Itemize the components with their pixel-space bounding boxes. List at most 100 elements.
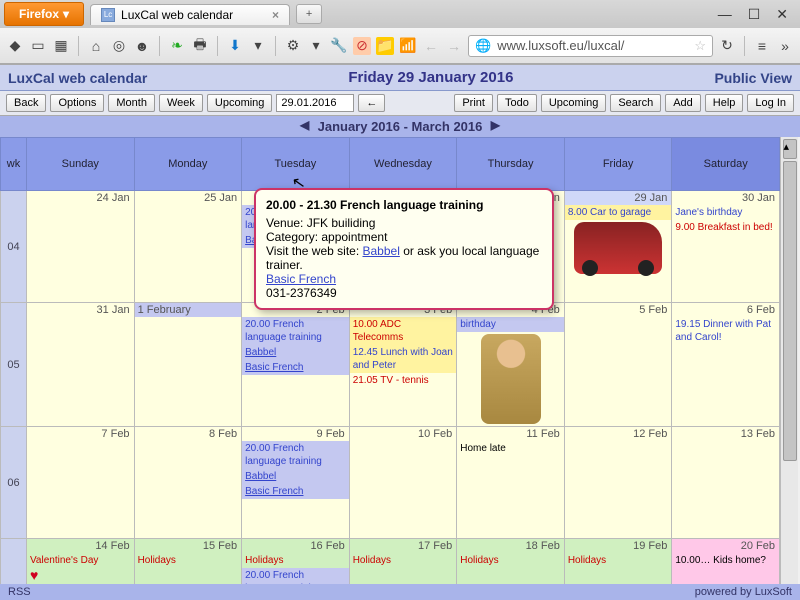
day-cell[interactable]: 3 Feb 10.00 ADC Telecomms 12.45 Lunch wi… bbox=[349, 303, 457, 427]
scroll-thumb[interactable] bbox=[783, 161, 797, 461]
todo-button[interactable]: Todo bbox=[497, 94, 537, 112]
menu-icon[interactable]: ≡ bbox=[753, 37, 771, 55]
event-item[interactable]: Holidays bbox=[565, 553, 672, 568]
day-cell[interactable]: 12 Feb bbox=[564, 427, 672, 539]
upcoming2-button[interactable]: Upcoming bbox=[541, 94, 607, 112]
event-link[interactable]: Basic French bbox=[245, 486, 303, 497]
day-cell[interactable]: 25 Jan bbox=[134, 191, 242, 303]
heart-icon: ♥ bbox=[27, 568, 134, 583]
rss-link[interactable]: RSS bbox=[8, 586, 31, 598]
new-tab-button[interactable]: + bbox=[296, 4, 322, 24]
folder-icon[interactable]: 📁 bbox=[376, 37, 394, 55]
reload-icon[interactable]: ↻ bbox=[718, 37, 736, 55]
event-item[interactable]: 20.00 French language training bbox=[242, 441, 349, 469]
pocket-icon[interactable]: ◆ bbox=[6, 37, 24, 55]
event-item[interactable]: 8.00 Car to garage bbox=[565, 205, 672, 220]
day-cell[interactable]: 11 Feb Home late bbox=[457, 427, 565, 539]
print-icon[interactable]: 🖶 bbox=[191, 37, 209, 55]
public-view-link[interactable]: Public View bbox=[714, 70, 792, 86]
day-cell[interactable]: 6 Feb 19.15 Dinner with Pat and Carol! bbox=[672, 303, 780, 427]
event-item[interactable]: Jane's birthday bbox=[672, 205, 779, 220]
event-item[interactable]: Home late bbox=[457, 441, 564, 456]
tooltip-venue: Venue: JFK builiding bbox=[266, 216, 542, 230]
back-button[interactable]: Back bbox=[6, 94, 46, 112]
day-cell[interactable]: 24 Jan bbox=[27, 191, 135, 303]
day-cell[interactable]: 2 Feb 20.00 French language training Bab… bbox=[242, 303, 350, 427]
event-item[interactable]: Holidays bbox=[242, 553, 349, 568]
target-icon[interactable]: ◎ bbox=[110, 37, 128, 55]
event-item[interactable]: Valentine's Day bbox=[27, 553, 134, 568]
event-item[interactable]: Holidays bbox=[350, 553, 457, 568]
day-cell[interactable]: 4 Feb birthday bbox=[457, 303, 565, 427]
prev-month-icon[interactable]: ◀ bbox=[300, 118, 309, 132]
month-button[interactable]: Month bbox=[108, 94, 155, 112]
event-item[interactable]: 19.15 Dinner with Pat and Carol! bbox=[672, 317, 779, 345]
date-input[interactable] bbox=[276, 94, 354, 112]
minimize-icon[interactable]: — bbox=[718, 6, 732, 23]
day-cell[interactable]: 8 Feb bbox=[134, 427, 242, 539]
login-button[interactable]: Log In bbox=[747, 94, 794, 112]
day-cell[interactable]: 13 Feb bbox=[672, 427, 780, 539]
event-link[interactable]: Babbel bbox=[245, 347, 276, 358]
event-item[interactable]: 9.00 Breakfast in bed! bbox=[672, 220, 779, 235]
panel-icon[interactable]: ▭ bbox=[29, 37, 47, 55]
gear-icon[interactable]: ⚙ bbox=[284, 37, 302, 55]
day-cell[interactable]: 9 Feb 20.00 French language training Bab… bbox=[242, 427, 350, 539]
help-button[interactable]: Help bbox=[705, 94, 744, 112]
scrollbar[interactable]: ▴ bbox=[780, 137, 798, 597]
go-button[interactable]: ← bbox=[358, 94, 385, 112]
event-item[interactable]: birthday bbox=[457, 317, 564, 332]
event-item[interactable]: 12.45 Lunch with Joan and Peter bbox=[350, 345, 457, 373]
close-tab-icon[interactable]: × bbox=[272, 8, 279, 22]
maximize-icon[interactable]: ☐ bbox=[748, 6, 761, 23]
options-button[interactable]: Options bbox=[50, 94, 104, 112]
event-item[interactable]: 10.00… Kids home? bbox=[672, 553, 779, 568]
day-cell[interactable]: 7 Feb bbox=[27, 427, 135, 539]
rss-icon[interactable]: 📶 bbox=[399, 37, 417, 55]
week-button[interactable]: Week bbox=[159, 94, 203, 112]
event-link[interactable]: Babbel bbox=[245, 471, 276, 482]
powered-by[interactable]: powered by LuxSoft bbox=[695, 586, 792, 598]
star-icon[interactable]: ☆ bbox=[694, 38, 706, 54]
wrench-icon[interactable]: 🔧 bbox=[330, 37, 348, 55]
event-link[interactable]: Basic French bbox=[245, 362, 303, 373]
next-month-icon[interactable]: ▶ bbox=[491, 118, 500, 132]
download-icon[interactable]: ⬇ bbox=[226, 37, 244, 55]
day-cell[interactable]: 31 Jan bbox=[27, 303, 135, 427]
upcoming-button[interactable]: Upcoming bbox=[207, 94, 273, 112]
search-button[interactable]: Search bbox=[610, 94, 661, 112]
scroll-up-icon[interactable]: ▴ bbox=[783, 139, 797, 159]
url-bar[interactable]: 🌐 www.luxsoft.eu/luxcal/ ☆ bbox=[468, 35, 713, 57]
week-number[interactable]: 06 bbox=[1, 427, 27, 539]
chevron-down-icon[interactable]: ▾ bbox=[249, 37, 267, 55]
browser-tab[interactable]: Lc LuxCal web calendar × bbox=[90, 4, 290, 25]
close-window-icon[interactable]: ✕ bbox=[776, 6, 788, 23]
event-item[interactable]: 21.05 TV - tennis bbox=[350, 373, 457, 388]
event-item[interactable]: Holidays bbox=[135, 553, 242, 568]
chevron-down-icon-2[interactable]: ▾ bbox=[307, 37, 325, 55]
tiles-icon[interactable]: ▦ bbox=[52, 37, 70, 55]
day-cell[interactable]: 30 Jan Jane's birthday 9.00 Breakfast in… bbox=[672, 191, 780, 303]
tooltip-link-2[interactable]: Basic French bbox=[266, 272, 336, 286]
event-item[interactable]: Holidays bbox=[457, 553, 564, 568]
event-tooltip: 20.00 - 21.30 French language training V… bbox=[254, 188, 554, 310]
print-button[interactable]: Print bbox=[454, 94, 493, 112]
block-icon[interactable]: ⊘ bbox=[353, 37, 371, 55]
firefox-menu-button[interactable]: Firefox▾ bbox=[4, 2, 84, 26]
day-cell[interactable]: 29 Jan 8.00 Car to garage bbox=[564, 191, 672, 303]
leaf-icon[interactable]: ❧ bbox=[168, 37, 186, 55]
overflow-icon[interactable]: » bbox=[776, 37, 794, 55]
tooltip-link[interactable]: Babbel bbox=[363, 244, 400, 258]
event-item[interactable]: 20.00 French language training bbox=[242, 317, 349, 345]
week-number[interactable]: 04 bbox=[1, 191, 27, 303]
robot-icon[interactable]: ☻ bbox=[133, 37, 151, 55]
nav-fwd-icon[interactable]: → bbox=[445, 37, 463, 55]
day-cell[interactable]: 5 Feb bbox=[564, 303, 672, 427]
home-icon[interactable]: ⌂ bbox=[87, 37, 105, 55]
add-button[interactable]: Add bbox=[665, 94, 701, 112]
event-item[interactable]: 10.00 ADC Telecomms bbox=[350, 317, 457, 345]
day-cell[interactable]: 1 February bbox=[134, 303, 242, 427]
day-cell[interactable]: 10 Feb bbox=[349, 427, 457, 539]
week-number[interactable]: 05 bbox=[1, 303, 27, 427]
nav-back-icon[interactable]: ← bbox=[422, 37, 440, 55]
